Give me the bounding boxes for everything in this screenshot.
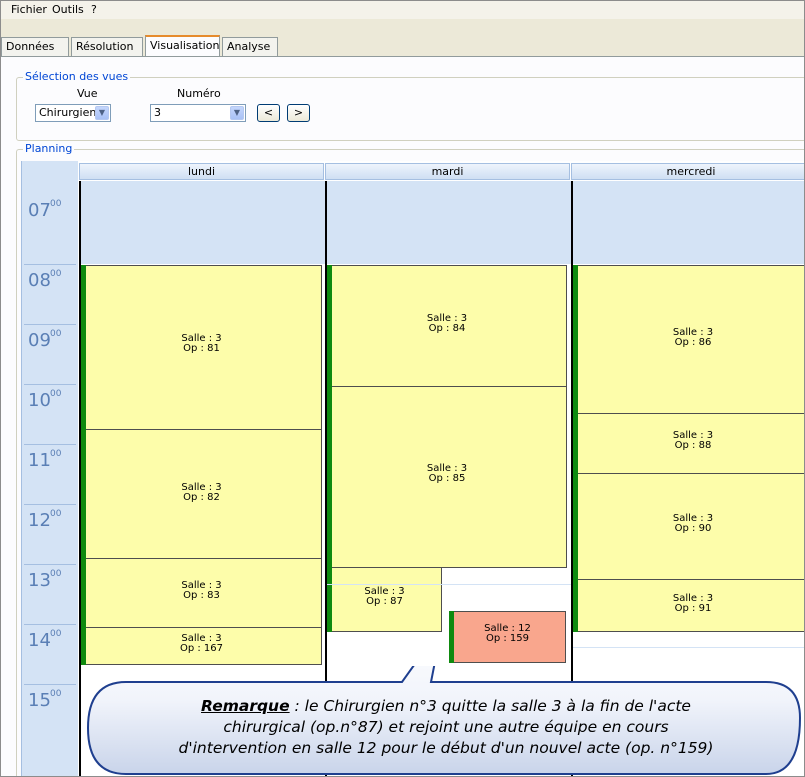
gridline [327, 584, 572, 585]
off-hours-area [327, 181, 572, 264]
remark-title: Remarque [201, 697, 290, 715]
appointment-op: Op : 83 [183, 590, 220, 601]
remark-text: Remarque : le Chirurgien n°3 quitte la s… [106, 696, 786, 759]
application-window: Fichier Outils ? Données Résolution Visu… [0, 0, 805, 777]
appointment-op: Op : 88 [674, 440, 712, 451]
hour-09-label: 09 [28, 330, 51, 351]
minute-label: 00 [50, 269, 62, 279]
hour-15-label: 15 [28, 690, 51, 711]
minute-label: 00 [50, 689, 62, 699]
appointment-op-91[interactable]: Salle : 3 Op : 91 [573, 579, 804, 632]
day-header-lundi[interactable]: lundi [79, 163, 324, 180]
tab-visualisation[interactable]: Visualisation [145, 35, 220, 56]
menu-bar: Fichier Outils ? [1, 1, 804, 19]
appointment-op-83[interactable]: Salle : 3 Op : 83 [81, 558, 322, 628]
minute-label: 00 [50, 629, 62, 639]
hour-14: 14 00 [24, 624, 76, 685]
view-selection-group: Sélection des vues Vue Numéro Chirurgien… [16, 71, 804, 141]
appointment-op: Op : 84 [428, 323, 466, 334]
hour-07: 07 00 [24, 181, 76, 241]
view-selection-title: Sélection des vues [23, 70, 131, 83]
hour-12: 12 00 [24, 504, 76, 565]
hour-08: 08 00 [24, 264, 76, 325]
off-hours-area [573, 181, 804, 264]
remark-line-3: d'intervention en salle 12 pour le début… [178, 739, 714, 757]
minute-label: 00 [50, 509, 62, 519]
day-header-mercredi[interactable]: mercredi [571, 163, 804, 180]
appointment-op-88[interactable]: Salle : 3 Op : 88 [573, 413, 804, 474]
minute-label: 00 [50, 569, 62, 579]
hour-11-label: 11 [28, 450, 51, 471]
tab-donnees[interactable]: Données [1, 37, 69, 56]
appointment-op: Op : 90 [674, 523, 712, 534]
appointment-op-85[interactable]: Salle : 3 Op : 85 [327, 386, 567, 568]
menu-fichier[interactable]: Fichier [7, 3, 51, 17]
appointment-op: Op : 159 [485, 633, 530, 644]
minute-label: 00 [50, 449, 62, 459]
hour-12-label: 12 [28, 510, 51, 531]
minute-label: 00 [50, 389, 62, 399]
menu-outils[interactable]: Outils [48, 3, 88, 17]
appointment-op: Op : 85 [428, 473, 466, 484]
appointment-op: Op : 87 [366, 596, 403, 607]
appointment-op-82[interactable]: Salle : 3 Op : 82 [81, 429, 322, 559]
hour-15: 15 00 [24, 684, 76, 745]
hour-08-label: 08 [28, 270, 51, 291]
numero-select-value: 3 [154, 106, 161, 119]
appointment-op: Op : 81 [183, 343, 220, 354]
numero-select[interactable]: 3 ▼ [150, 104, 246, 122]
appointment-op-86[interactable]: Salle : 3 Op : 86 [573, 265, 804, 414]
appointment-op-167[interactable]: Salle : 3 Op : 167 [81, 627, 322, 665]
hour-07-label: 07 [28, 200, 51, 221]
remark-callout: Remarque : le Chirurgien n°3 quitte la s… [86, 666, 804, 776]
hour-09: 09 00 [24, 324, 76, 385]
previous-button[interactable]: < [257, 104, 280, 122]
day-header-mardi[interactable]: mardi [325, 163, 570, 180]
off-hours-area [81, 181, 326, 264]
appointment-op-84[interactable]: Salle : 3 Op : 84 [327, 265, 567, 387]
appointment-op: Op : 167 [179, 643, 224, 654]
gridline [573, 647, 804, 648]
appointment-op: Op : 82 [183, 492, 220, 503]
remark-line-2: chirurgical (op.n°87) et rejoint une aut… [223, 718, 669, 736]
appointment-op-87[interactable]: Salle : 3 Op : 87 [327, 567, 442, 632]
hour-11: 11 00 [24, 444, 76, 505]
vue-label: Vue [77, 87, 98, 100]
hour-14-label: 14 [28, 630, 51, 651]
tab-analyse[interactable]: Analyse [222, 37, 278, 56]
chevron-down-icon: ▼ [230, 106, 244, 120]
tab-resolution[interactable]: Résolution [71, 37, 143, 56]
vue-select-value: Chirurgien [39, 106, 97, 119]
hour-column: 07 00 08 00 09 00 10 00 11 00 12 00 13 00 14 00 … [22, 161, 78, 776]
tab-bar: Données Résolution Visualisation Analyse [1, 35, 804, 57]
appointment-op: Op : 86 [674, 337, 712, 348]
minute-label: 00 [50, 329, 62, 339]
hour-13: 13 00 [24, 564, 76, 625]
appointment-op-81[interactable]: Salle : 3 Op : 81 [81, 265, 322, 430]
remark-line-1: : le Chirurgien n°3 quitte la salle 3 à … [289, 697, 691, 715]
hour-13-label: 13 [28, 570, 51, 591]
minute-label: 00 [50, 199, 62, 209]
appointment-op-159[interactable]: Salle : 12 Op : 159 [449, 611, 566, 663]
chevron-down-icon: ▼ [95, 106, 109, 120]
next-button[interactable]: > [287, 104, 310, 122]
vue-select[interactable]: Chirurgien ▼ [35, 104, 111, 122]
planning-title: Planning [23, 142, 75, 155]
appointment-op: Op : 91 [674, 603, 712, 614]
hour-10: 10 00 [24, 384, 76, 445]
appointment-op-90[interactable]: Salle : 3 Op : 90 [573, 473, 804, 580]
hour-10-label: 10 [28, 390, 51, 411]
numero-label: Numéro [177, 87, 221, 100]
menu-help[interactable]: ? [87, 3, 101, 17]
